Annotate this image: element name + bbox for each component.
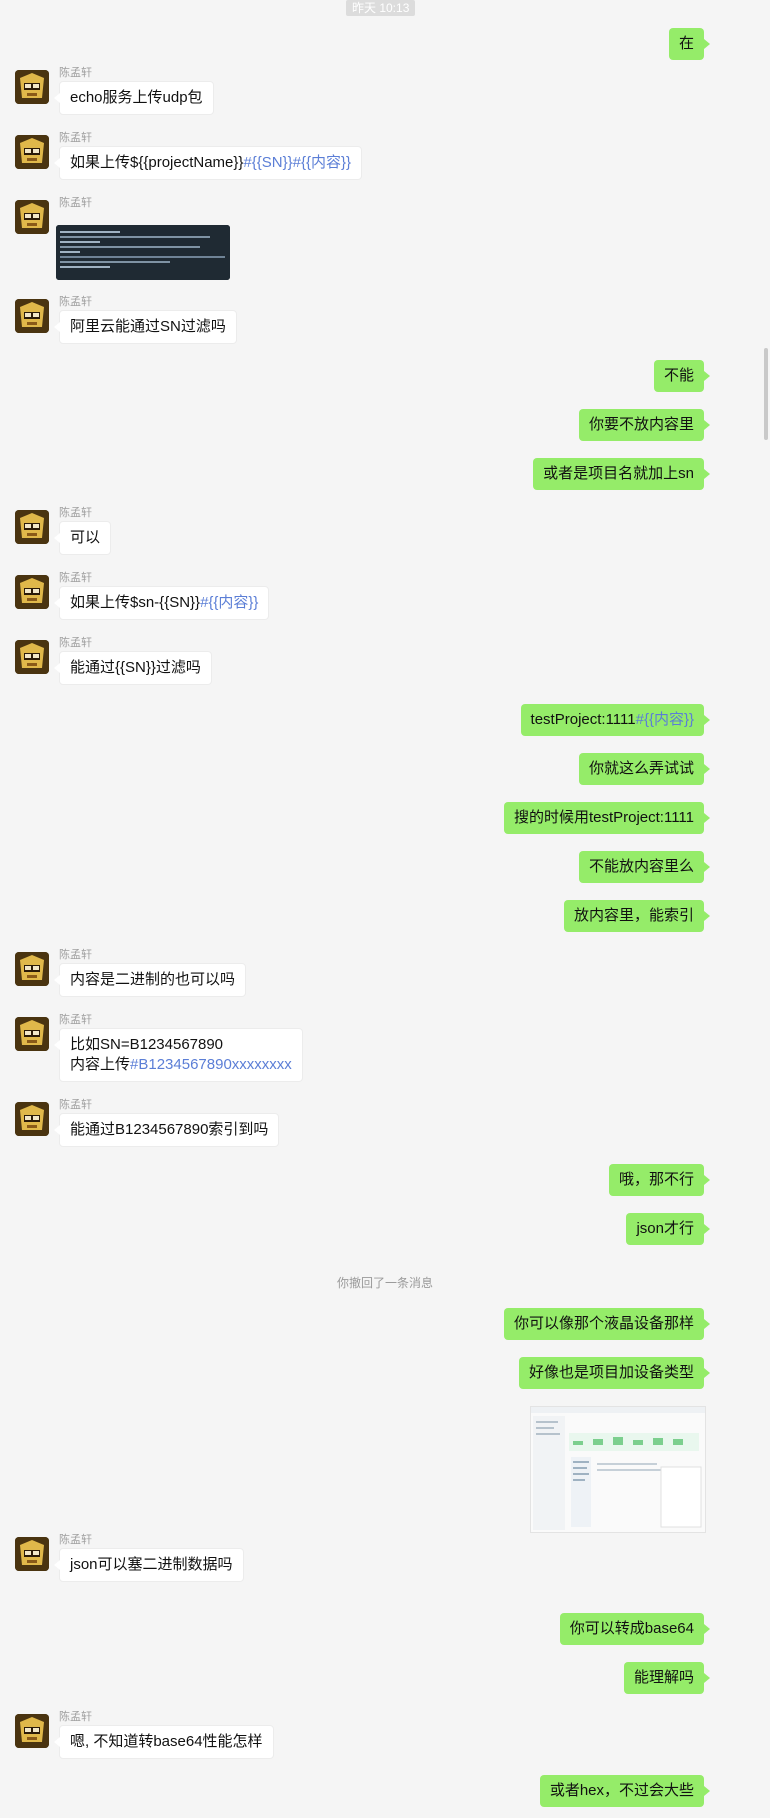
timestamp: 昨天 10:13 [346,0,416,16]
message-bubble[interactable]: 好像也是项目加设备类型 [518,1357,711,1389]
message-bubble[interactable]: 放内容里，能索引 [563,900,711,932]
message-bubble[interactable]: json才行 [626,1213,710,1245]
sender-name: 陈孟轩 [59,296,92,308]
message-bubble[interactable]: 阿里云能通过SN过滤吗 [54,310,237,344]
message-bubble[interactable]: 你要不放内容里 [578,409,711,441]
message-link[interactable]: #{{SN}}#{{内容}} [243,154,351,171]
message-bubble[interactable]: 能通过{{SN}}过滤吗 [54,651,212,685]
scrollbar[interactable] [764,0,770,1818]
message-line: 内容上传#B1234567890xxxxxxxx [70,1055,292,1075]
message-bubble[interactable]: 能通过B1234567890索引到吗 [53,1113,280,1147]
avatar[interactable] [15,510,49,544]
avatar[interactable] [15,299,49,333]
message-bubble[interactable]: 如果上传$sn-{{SN}}#{{内容}} [53,586,270,620]
message-bubble[interactable]: 可以 [53,521,112,555]
message-text: 如果上传${{projectName}} [70,154,244,171]
avatar[interactable] [15,1102,49,1136]
message-bubble[interactable]: testProject:1111#{{内容}} [520,704,711,736]
message-bubble[interactable]: json可以塞二进制数据吗 [54,1548,244,1582]
sender-name: 陈孟轩 [59,637,92,649]
message-link[interactable]: #{{内容}} [200,594,258,611]
sender-name: 陈孟轩 [59,507,92,519]
sender-name: 陈孟轩 [59,132,92,144]
sender-name: 陈孟轩 [59,949,92,961]
message-bubble[interactable]: 比如SN=B1234567890 内容上传#B1234567890xxxxxxx… [54,1028,303,1082]
avatar[interactable] [15,135,49,169]
message-link[interactable]: #B1234567890xxxxxxxx [130,1056,292,1073]
image-thumbnail[interactable] [56,225,230,280]
sender-name: 陈孟轩 [59,197,92,209]
message-bubble[interactable]: 哦，那不行 [608,1164,711,1196]
message-bubble[interactable]: 嗯, 不知道转base64性能怎样 [54,1725,274,1759]
image-thumbnail[interactable] [530,1406,706,1533]
sender-name: 陈孟轩 [59,1099,92,1111]
avatar[interactable] [15,1714,49,1748]
sender-name: 陈孟轩 [59,67,92,79]
avatar[interactable] [15,200,49,234]
message-bubble[interactable]: 你可以像那个液晶设备那样 [503,1308,711,1340]
message-line: 比如SN=B1234567890 [70,1036,224,1053]
message-bubble[interactable]: 如果上传${{projectName}}#{{SN}}#{{内容}} [53,146,363,180]
avatar[interactable] [15,952,49,986]
message-bubble[interactable]: 你可以转成base64 [559,1613,711,1645]
chat-window: 昨天 10:13 在 陈孟轩 echo服务上传udp包 陈孟轩 如果上传${{p… [0,0,770,1818]
message-text: 内容上传 [70,1056,131,1073]
message-text: 如果上传$sn-{{SN}} [70,594,201,611]
recall-notice: 你撤回了一条消息 [336,1276,433,1290]
sender-name: 陈孟轩 [59,1014,92,1026]
message-bubble[interactable]: 或者是项目名就加上sn [533,458,710,490]
message-bubble[interactable]: 不能 [653,360,711,392]
sender-name: 陈孟轩 [59,1711,92,1723]
message-bubble[interactable]: 你就这么弄试试 [578,753,711,785]
message-text: testProject:1111 [530,711,636,728]
avatar[interactable] [15,640,49,674]
avatar[interactable] [15,575,49,609]
message-bubble[interactable]: 在 [668,28,711,60]
scrollbar-thumb[interactable] [764,348,768,440]
message-link[interactable]: #{{内容}} [636,711,694,728]
message-bubble[interactable]: 内容是二进制的也可以吗 [53,963,247,997]
message-bubble[interactable]: 或者hex，不过会大些 [539,1775,711,1807]
message-bubble[interactable]: 能理解吗 [623,1662,711,1694]
message-bubble[interactable]: echo服务上传udp包 [54,81,214,115]
avatar[interactable] [15,1537,49,1571]
avatar[interactable] [15,70,49,104]
sender-name: 陈孟轩 [59,572,92,584]
avatar[interactable] [15,1017,49,1051]
sender-name: 陈孟轩 [59,1534,92,1546]
message-bubble[interactable]: 搜的时候用testProject:1111 [503,802,711,834]
message-bubble[interactable]: 不能放内容里么 [578,851,711,883]
